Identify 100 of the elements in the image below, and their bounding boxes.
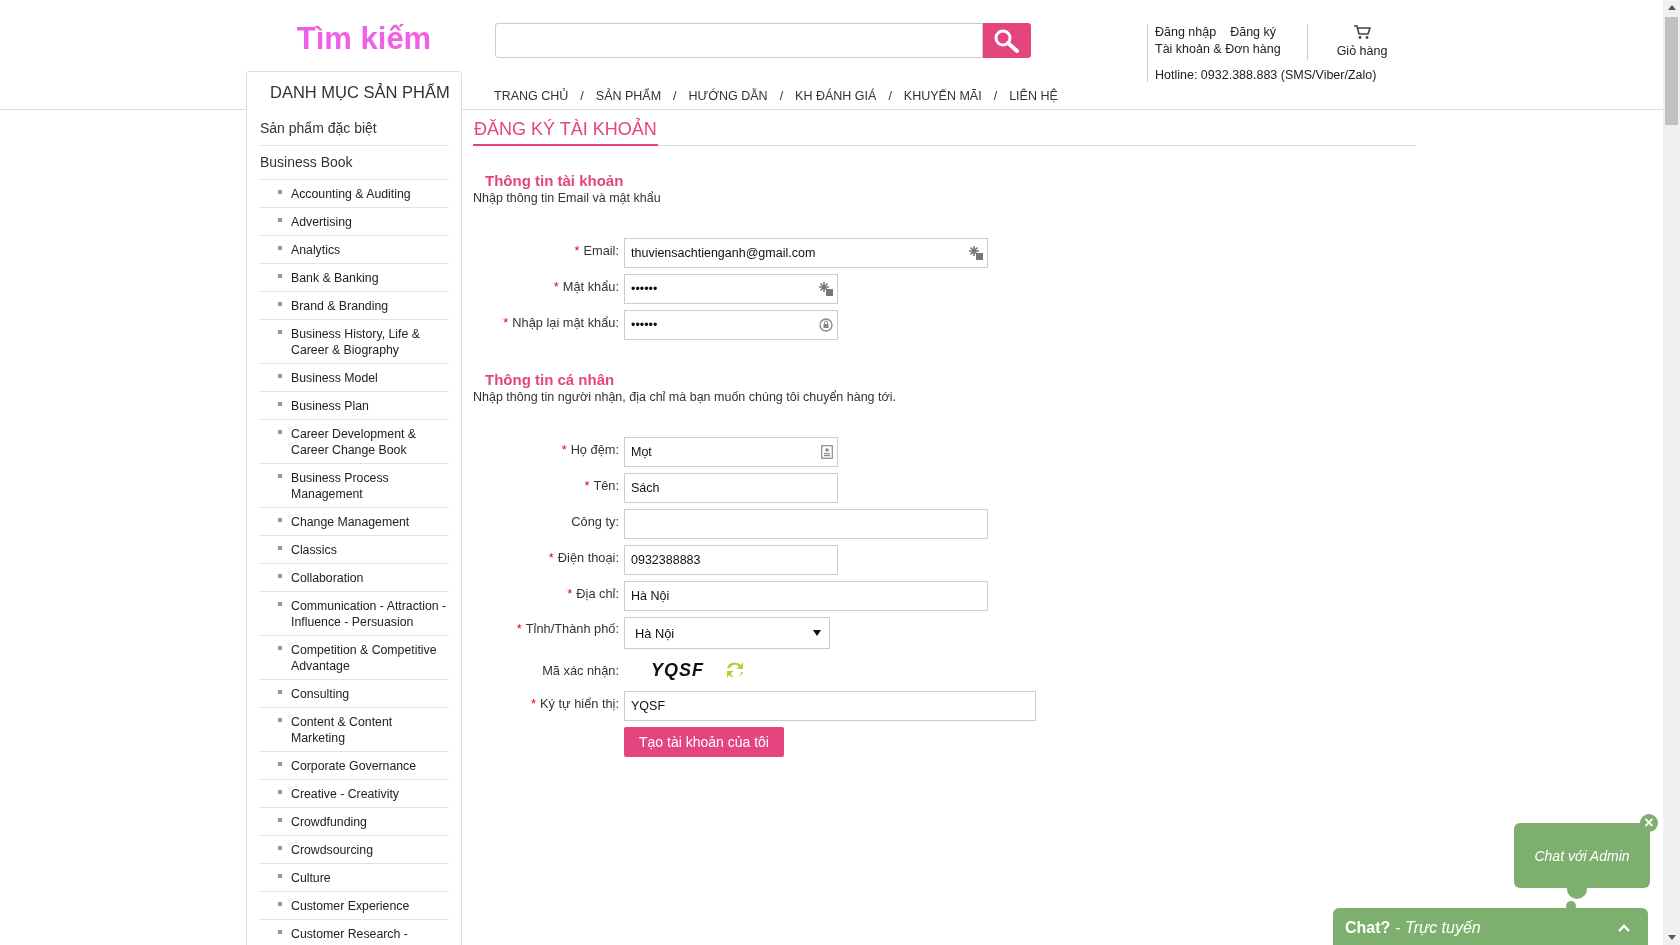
key-badge-icon bbox=[969, 246, 983, 260]
bullet-icon bbox=[278, 274, 282, 278]
field-label: * Tỉnh/Thành phố: bbox=[516, 621, 619, 636]
field-label: * Email: bbox=[574, 243, 619, 258]
field-label: Mã xác nhận: bbox=[542, 663, 619, 678]
create-account-button[interactable]: Tạo tài khoản của tôi bbox=[624, 727, 784, 757]
chat-title: Chat? bbox=[1345, 919, 1391, 937]
bullet-icon bbox=[278, 402, 282, 406]
search-field[interactable] bbox=[495, 23, 983, 58]
input-field[interactable]: Mọt bbox=[624, 437, 838, 467]
field-label: * Địa chỉ: bbox=[567, 586, 619, 601]
search-button[interactable] bbox=[983, 23, 1031, 58]
subcategory-link[interactable]: Communication - Attraction - Influence - Persuasion bbox=[291, 598, 449, 630]
category-link[interactable]: Sản phẩm đặc biệt bbox=[259, 112, 449, 146]
province-dropdown[interactable]: Hà Nội bbox=[624, 617, 830, 649]
key-badge-icon bbox=[819, 282, 833, 296]
input-field[interactable]: Sách bbox=[624, 473, 838, 503]
input-field[interactable]: •••••• bbox=[624, 274, 838, 304]
subcategory-link[interactable]: Culture bbox=[291, 870, 331, 886]
subcategory-link[interactable]: Business Plan bbox=[291, 398, 369, 414]
bullet-icon bbox=[278, 846, 282, 850]
caret-icon bbox=[813, 630, 821, 636]
nav-separator: / bbox=[888, 89, 892, 103]
subcategory-link[interactable]: Creative - Creativity bbox=[291, 786, 399, 802]
subcategory-link[interactable]: Advertising bbox=[291, 214, 352, 230]
page-title: ĐĂNG KÝ TÀI KHOẢN bbox=[473, 119, 658, 146]
field-label: Công ty: bbox=[571, 514, 619, 529]
bullet-icon bbox=[278, 790, 282, 794]
nav-link[interactable]: KH ĐÁNH GIÁ bbox=[795, 89, 877, 103]
input-field[interactable]: 0932388883 bbox=[624, 545, 838, 575]
nav-link[interactable]: LIÊN HỆ bbox=[1009, 89, 1058, 103]
subcategory-link[interactable]: Classics bbox=[291, 542, 337, 558]
bullet-icon bbox=[278, 762, 282, 766]
subcategory-link[interactable]: Accounting & Auditing bbox=[291, 186, 411, 202]
bullet-icon bbox=[278, 430, 282, 434]
subcategory-link[interactable]: Competition & Competitive Advantage bbox=[291, 642, 449, 674]
subcategory-link[interactable]: Business History, Life & Career & Biography bbox=[291, 326, 449, 358]
input-field[interactable] bbox=[624, 509, 988, 539]
lock-icon bbox=[819, 318, 833, 332]
nav-separator: / bbox=[779, 89, 784, 103]
account-link[interactable]: Đăng ký bbox=[1230, 24, 1277, 41]
category-link[interactable]: Business Book bbox=[259, 146, 449, 180]
bullet-icon bbox=[278, 518, 282, 522]
bullet-icon bbox=[278, 190, 282, 194]
section-title: Thông tin tài khoản bbox=[484, 172, 625, 190]
subcategory-link[interactable]: Business Process Management bbox=[291, 470, 449, 502]
nav-link[interactable]: TRANG CHỦ bbox=[494, 89, 569, 103]
subcategory-link[interactable]: Career Development & Career Change Book bbox=[291, 426, 449, 458]
search-icon bbox=[992, 27, 1022, 54]
bullet-icon bbox=[278, 330, 282, 334]
cart-link[interactable]: Giỏ hàng bbox=[1307, 24, 1416, 60]
bullet-icon bbox=[278, 574, 282, 578]
subcategory-link[interactable]: Customer Research - bbox=[291, 926, 408, 942]
subcategory-link[interactable]: Change Management bbox=[291, 514, 410, 530]
sidebar-title: DANH MỤC SẢN PHẨM bbox=[270, 82, 450, 102]
nav-link[interactable]: HƯỚNG DẪN bbox=[688, 89, 768, 103]
subcategory-link[interactable]: Business Model bbox=[291, 370, 378, 386]
field-label: * Nhập lại mật khẩu: bbox=[503, 315, 619, 330]
orders-link[interactable]: Tài khoản & Đơn hàng bbox=[1155, 41, 1307, 58]
bullet-icon bbox=[278, 302, 282, 306]
scroll-down-icon[interactable] bbox=[1667, 935, 1676, 940]
subcategory-link[interactable]: Corporate Governance bbox=[291, 758, 417, 774]
subcategory-link[interactable]: Consulting bbox=[291, 686, 350, 702]
bullet-icon bbox=[278, 930, 282, 934]
cart-icon bbox=[1353, 24, 1371, 40]
bullet-icon bbox=[278, 902, 282, 906]
bullet-icon bbox=[278, 874, 282, 878]
contact-card-icon bbox=[821, 445, 833, 459]
input-field[interactable]: Hà Nội bbox=[624, 581, 988, 611]
bullet-icon bbox=[278, 474, 282, 478]
input-field[interactable]: YQSF bbox=[624, 691, 1036, 721]
account-link[interactable]: Đăng nhập bbox=[1155, 24, 1217, 41]
subcategory-link[interactable]: Crowdsourcing bbox=[291, 842, 373, 858]
hotline-text: Hotline: 0932.388.883 (SMS/Viber/Zalo) bbox=[1155, 68, 1378, 82]
subcategory-link[interactable]: Analytics bbox=[291, 242, 341, 258]
chevron-up-icon bbox=[1618, 924, 1630, 932]
nav-separator: / bbox=[993, 89, 998, 103]
nav-link[interactable]: SẢN PHẨM bbox=[595, 89, 662, 103]
subcategory-link[interactable]: Customer Experience bbox=[291, 898, 410, 914]
scrollbar[interactable] bbox=[1663, 0, 1680, 945]
nav-link[interactable]: KHUYẾN MÃI bbox=[903, 89, 982, 103]
scroll-up-icon[interactable] bbox=[1667, 5, 1676, 10]
refresh-icon[interactable] bbox=[724, 659, 746, 681]
section-title: Thông tin cá nhân bbox=[484, 371, 616, 389]
chat-status: - Trực tuyến bbox=[1395, 919, 1481, 937]
field-label: * Tên: bbox=[584, 478, 619, 493]
section-description: Nhập thông tin Email và mật khẩu bbox=[473, 190, 662, 206]
input-field[interactable]: •••••• bbox=[624, 310, 838, 340]
input-field[interactable]: thuviensachtienganh@gmail.com bbox=[624, 238, 988, 268]
subcategory-link[interactable]: Collaboration bbox=[291, 570, 364, 586]
subcategory-link[interactable]: Brand & Branding bbox=[291, 298, 389, 314]
field-label: * Họ đệm: bbox=[561, 442, 619, 457]
scrollbar-thumb[interactable] bbox=[1665, 17, 1678, 125]
bullet-icon bbox=[278, 646, 282, 650]
subcategory-link[interactable]: Crowdfunding bbox=[291, 814, 367, 830]
bubble-tail-drawing bbox=[1566, 887, 1588, 911]
bullet-icon bbox=[278, 374, 282, 378]
subcategory-link[interactable]: Content & Content Marketing bbox=[291, 714, 449, 746]
field-label: * Mật khẩu: bbox=[553, 279, 619, 294]
subcategory-link[interactable]: Bank & Banking bbox=[291, 270, 379, 286]
